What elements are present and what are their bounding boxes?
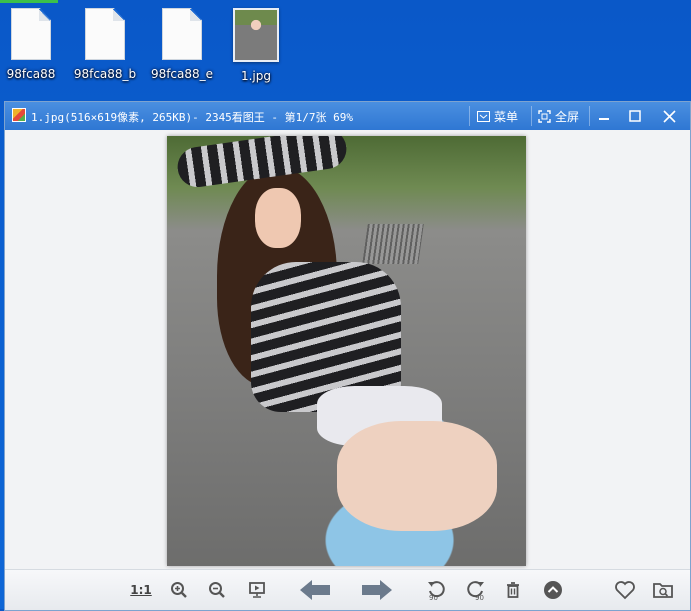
zoom-out-button[interactable]	[205, 578, 229, 602]
rotate-right-icon: 90	[467, 581, 484, 601]
photo-legs	[337, 421, 497, 531]
desktop-icon-98fca88-e[interactable]: 98fca88_e	[148, 8, 216, 81]
chevron-up-circle-icon	[544, 581, 562, 599]
desktop-icon-label: 98fca88	[6, 67, 56, 81]
open-folder-button[interactable]	[651, 578, 675, 602]
zoom-out-icon	[209, 582, 225, 598]
rotate-left-icon: 90	[428, 581, 445, 601]
slideshow-icon	[249, 582, 265, 598]
actual-size-button[interactable]: 1:1	[129, 578, 153, 602]
file-icon	[85, 8, 125, 60]
taskbar-accent	[0, 0, 58, 3]
heart-icon	[615, 581, 635, 600]
app-logo-icon	[12, 108, 26, 122]
image-viewer-window: 1.jpg(516×619像素, 265KB)- 2345看图王 - 第1/7张…	[4, 101, 691, 611]
delete-button[interactable]	[501, 578, 525, 602]
file-icon	[162, 8, 202, 60]
maximize-button[interactable]	[619, 102, 651, 130]
fullscreen-button[interactable]: 全屏	[538, 107, 579, 125]
desktop-icon-98fca88-b[interactable]: 98fca88_b	[71, 8, 139, 81]
zoom-in-button[interactable]	[167, 578, 191, 602]
bottom-toolbar: 1:1 90 90	[5, 569, 690, 610]
trash-icon	[507, 582, 519, 598]
folder-search-icon	[653, 583, 673, 598]
slideshow-button[interactable]	[245, 578, 269, 602]
desktop-icon-label: 1.jpg	[240, 69, 272, 83]
minimize-icon	[599, 118, 609, 120]
previous-image-button[interactable]	[297, 578, 333, 602]
menu-button[interactable]: 菜单	[477, 107, 518, 125]
title-bar[interactable]: 1.jpg(516×619像素, 265KB)- 2345看图王 - 第1/7张…	[5, 102, 690, 130]
window-title: 1.jpg(516×619像素, 265KB)- 2345看图王 - 第1/7张…	[31, 111, 354, 124]
menu-label: 菜单	[494, 109, 519, 124]
rotate-left-button[interactable]: 90	[425, 578, 449, 602]
more-options-button[interactable]	[541, 578, 565, 602]
zoom-in-icon	[171, 582, 187, 598]
image-thumbnail	[233, 8, 279, 62]
file-icon	[11, 8, 51, 60]
fullscreen-icon	[538, 109, 551, 123]
minimize-button[interactable]	[588, 102, 620, 130]
arrow-right-icon	[362, 580, 392, 600]
close-button[interactable]	[653, 102, 685, 130]
actual-size-label: 1:1	[130, 583, 152, 597]
rotate-left-label: 90	[429, 594, 438, 601]
displayed-photo[interactable]	[167, 136, 526, 566]
image-canvas[interactable]	[5, 130, 690, 570]
next-image-button[interactable]	[359, 578, 395, 602]
favorite-button[interactable]	[613, 578, 637, 602]
photo-face	[255, 188, 301, 248]
rotate-right-button[interactable]: 90	[463, 578, 487, 602]
menu-icon	[477, 110, 490, 122]
fullscreen-label: 全屏	[555, 109, 580, 124]
arrow-left-icon	[300, 580, 330, 600]
maximize-icon	[629, 110, 641, 122]
divider	[531, 106, 532, 126]
divider	[469, 106, 470, 126]
desktop-icon-label: 98fca88_b	[73, 67, 137, 81]
rotate-right-label: 90	[475, 594, 484, 601]
desktop-icon-1-jpg[interactable]: 1.jpg	[222, 8, 290, 83]
close-icon	[662, 109, 676, 123]
desktop-icon-label: 98fca88_e	[150, 67, 214, 81]
photo-grate	[362, 224, 424, 264]
desktop-icon-98fca88[interactable]: 98fca88	[0, 8, 65, 81]
